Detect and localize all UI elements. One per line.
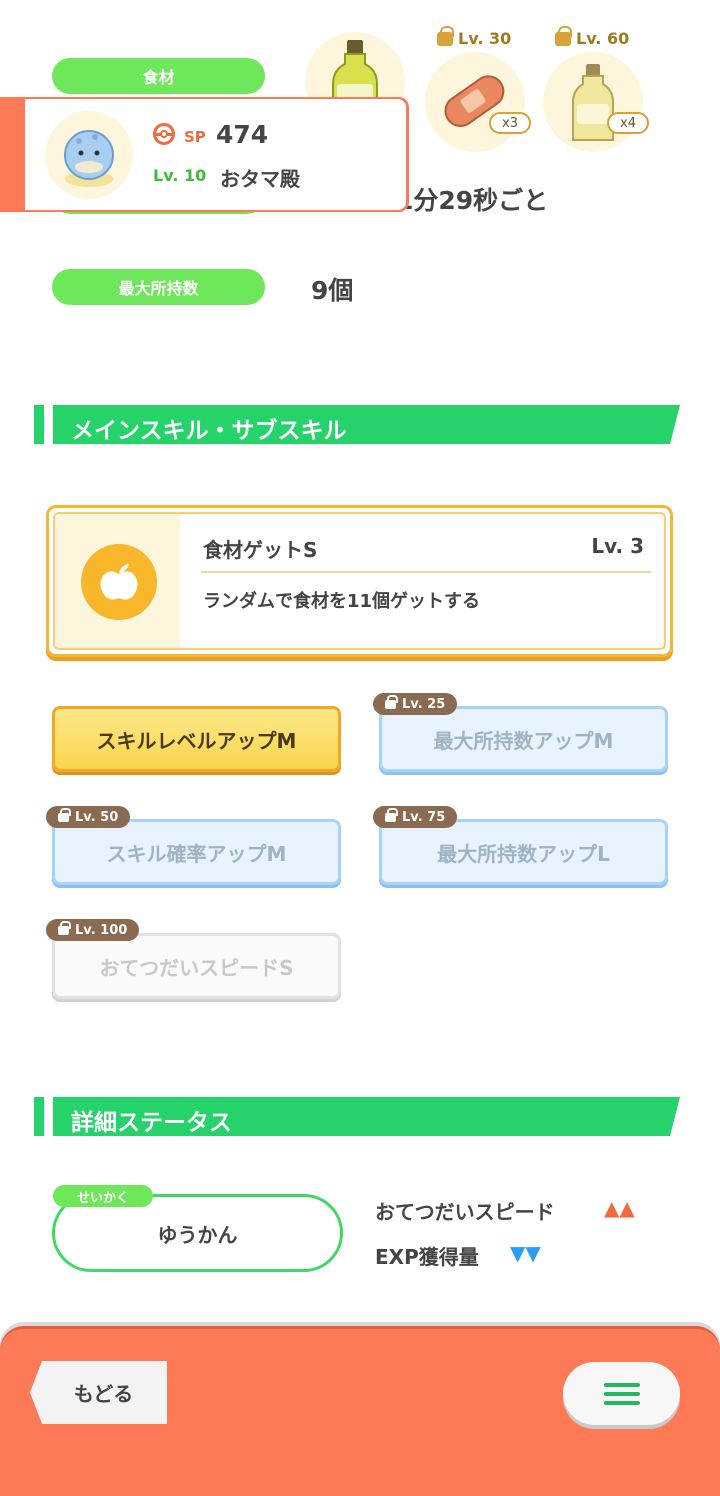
lock-icon [385, 807, 398, 822]
nature-value: ゆうかん [157, 1222, 238, 1247]
pokemon-name: おタマ殿 [220, 167, 300, 191]
sausage-icon [444, 75, 505, 127]
lock-icon [555, 25, 572, 46]
ingredient-2-lock: Lv. 30 [437, 25, 511, 48]
main-skill-name: 食材ゲットS [203, 538, 318, 562]
ingredient-3-qty: x4 [607, 112, 649, 134]
max-carry-label: 最大所持数 [52, 269, 265, 305]
sp-label: SP [184, 128, 206, 146]
lock-icon [437, 25, 454, 46]
main-skill-level: Lv. 3 [591, 534, 644, 558]
subskill-4-lock-tag: Lv. 75 [373, 806, 458, 828]
effect-up-arrows: ▲▲ [604, 1196, 635, 1220]
avatar [45, 111, 133, 199]
ingredient-3[interactable] [543, 52, 643, 152]
subskill-4-button[interactable]: 最大所持数アップL [379, 819, 668, 885]
effect-down-arrows: ▼▼ [510, 1241, 541, 1265]
divider [201, 571, 651, 573]
apple-icon [81, 544, 157, 620]
nature-tag: せいかく [53, 1185, 153, 1207]
ingredient-2[interactable] [425, 52, 525, 152]
ingredient-3-lock: Lv. 60 [555, 25, 629, 48]
lock-icon [58, 807, 71, 822]
menu-icon [603, 1382, 640, 1387]
ingredient-label: 食材 [52, 58, 265, 94]
pokemon-popup[interactable]: SP 474 Lv. 10 おタマ殿 [0, 97, 409, 212]
skills-section-title: メインスキル・サブスキル [71, 418, 347, 444]
subskill-3-lock-tag: Lv. 50 [46, 806, 131, 828]
pokemon-level: Lv. 10 [153, 166, 207, 185]
effect-up-label: おてつだいスピード [375, 1200, 555, 1224]
skills-section-header: メインスキル・サブスキル [34, 405, 680, 444]
lock-icon [385, 694, 398, 709]
spheal-icon [64, 130, 114, 187]
main-skill-description: ランダムで食材を11個ゲットする [203, 591, 481, 612]
lock-icon [58, 920, 71, 935]
subskill-1-button[interactable]: スキルレベルアップM [52, 706, 341, 772]
subskill-2-lock-tag: Lv. 25 [373, 693, 458, 715]
subskill-5-lock-tag: Lv. 100 [46, 919, 140, 941]
main-skill-card[interactable]: 食材ゲットS Lv. 3 ランダムで食材を11個ゲットする [46, 505, 673, 657]
details-section-header: 詳細ステータス [34, 1097, 680, 1136]
subskill-3-button[interactable]: スキル確率アップM [52, 819, 341, 885]
subskill-5-button[interactable]: おてつだいスピードS [52, 933, 341, 999]
effect-down-label: EXP獲得量 [375, 1245, 479, 1269]
back-button[interactable]: もどる [30, 1361, 167, 1424]
oil-bottle-icon [572, 64, 614, 141]
ingredient-2-qty: x3 [489, 112, 531, 134]
sp-icon [153, 123, 175, 145]
details-section-title: 詳細ステータス [71, 1110, 232, 1136]
subskill-2-button[interactable]: 最大所持数アップM [379, 706, 668, 772]
sp-value: 474 [216, 120, 269, 149]
max-carry-value: 9個 [311, 276, 354, 305]
help-time-value: 1分29秒ごと [396, 186, 549, 215]
menu-button[interactable] [563, 1362, 680, 1425]
